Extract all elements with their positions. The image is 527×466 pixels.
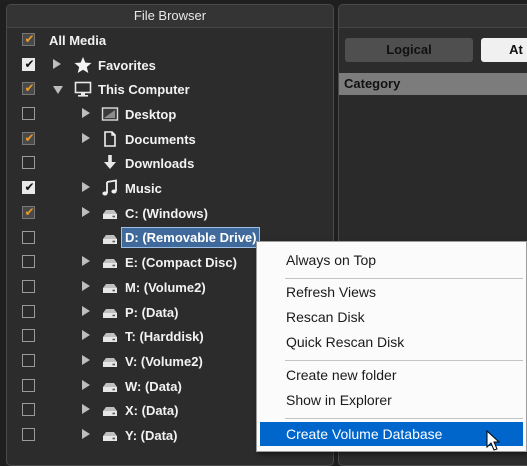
checkmark-icon: ✔ [24, 81, 35, 96]
expand-arrow-icon[interactable] [82, 330, 90, 341]
tree-item-label[interactable]: This Computer [98, 82, 190, 97]
expand-arrow-icon[interactable] [82, 379, 90, 390]
expand-arrow-icon[interactable] [82, 354, 90, 365]
tree-row[interactable]: ✔ All Media [7, 29, 333, 54]
include-checkbox[interactable]: ✔ [22, 56, 35, 71]
include-checkbox[interactable]: ✔ [22, 204, 35, 219]
expand-arrow-icon[interactable] [82, 404, 90, 415]
expand-arrow-icon[interactable] [82, 256, 90, 267]
drive-icon [100, 253, 120, 271]
tree-item-label[interactable]: P: (Data) [125, 305, 178, 320]
tree-item-label[interactable]: T: (Harddisk) [125, 329, 204, 344]
logical-tab-button[interactable]: Logical [345, 38, 473, 62]
tree-item-label[interactable]: Downloads [125, 156, 194, 171]
star-icon [73, 56, 93, 74]
menu-item-always-on-top[interactable]: Always on Top [260, 248, 523, 272]
drive-icon [100, 377, 120, 395]
menu-item-create-new-folder[interactable]: Create new folder [260, 363, 523, 387]
checkmark-icon: ✔ [24, 180, 35, 195]
tree-row[interactable]: ✔ This Computer [7, 78, 333, 103]
tree-row[interactable]: ✔ Favorites [7, 54, 333, 79]
expand-arrow-icon[interactable] [82, 206, 90, 217]
tree-item-label[interactable]: Desktop [125, 107, 176, 122]
include-checkbox[interactable]: ✔ [22, 180, 35, 195]
tree-row[interactable]: Desktop [7, 103, 333, 128]
drive-icon [100, 229, 120, 247]
tree-row[interactable]: ✔ Music [7, 177, 333, 202]
expand-arrow-icon[interactable] [82, 429, 90, 439]
drive-icon [100, 327, 120, 345]
include-checkbox[interactable] [22, 403, 35, 417]
drive-icon [100, 278, 120, 296]
category-column-header[interactable]: Category [339, 73, 527, 95]
include-checkbox[interactable]: ✔ [22, 32, 35, 46]
include-checkbox[interactable]: ✔ [22, 130, 35, 145]
menu-item-create-volume-database[interactable]: Create Volume Database [260, 422, 523, 446]
expand-arrow-icon[interactable] [82, 280, 90, 291]
include-checkbox[interactable] [22, 353, 35, 367]
tree-item-label[interactable]: Favorites [98, 58, 156, 73]
tree-item-label[interactable]: C: (Windows) [125, 206, 208, 221]
tree-item-label[interactable]: All Media [49, 33, 106, 48]
checkmark-icon: ✔ [24, 56, 35, 71]
tree-item-label[interactable]: Y: (Data) [125, 428, 177, 443]
tree-item-label[interactable]: E: (Compact Disc) [125, 255, 237, 270]
expand-arrow-icon[interactable] [82, 132, 90, 143]
menu-item-refresh-views[interactable]: Refresh Views [260, 280, 523, 304]
panel-title: File Browser [7, 5, 333, 28]
include-checkbox[interactable] [22, 428, 35, 441]
expand-arrow-icon[interactable] [53, 58, 61, 69]
category-list [339, 95, 527, 243]
context-menu: Always on Top Refresh Views Rescan Disk … [256, 241, 527, 452]
tree-item-label[interactable]: X: (Data) [125, 403, 178, 418]
include-checkbox[interactable] [22, 378, 35, 392]
drive-icon [100, 303, 120, 321]
checkmark-icon: ✔ [24, 204, 35, 219]
attributes-tab-button[interactable]: At [481, 38, 527, 62]
tree-row[interactable]: ✔ C: (Windows) [7, 202, 333, 227]
tree-item-label[interactable]: Documents [125, 132, 196, 147]
tree-item-label[interactable]: D: (Removable Drive) [120, 226, 261, 248]
tree-item-label[interactable]: V: (Volume2) [125, 354, 203, 369]
menu-item-rescan-disk[interactable]: Rescan Disk [260, 305, 523, 329]
checkmark-icon: ✔ [24, 130, 35, 145]
menu-item-show-in-explorer[interactable]: Show in Explorer [260, 388, 523, 412]
drive-icon [100, 426, 120, 444]
expand-arrow-icon[interactable] [82, 108, 90, 119]
menu-separator [285, 360, 523, 361]
checkmark-icon: ✔ [24, 32, 35, 46]
tree-item-label[interactable]: Music [125, 181, 162, 196]
include-checkbox[interactable]: ✔ [22, 81, 35, 96]
right-panel-header [339, 5, 527, 28]
expand-arrow-icon[interactable] [82, 305, 90, 316]
desktop-icon [100, 105, 120, 123]
mouse-cursor-icon [486, 430, 501, 451]
tree-row[interactable]: ✔ Documents [7, 128, 333, 153]
collapse-arrow-icon[interactable] [53, 86, 63, 95]
tree-item-label[interactable]: M: (Volume2) [125, 280, 206, 295]
tree-item-label[interactable]: W: (Data) [125, 379, 182, 394]
include-checkbox[interactable] [22, 107, 35, 121]
menu-separator [285, 278, 523, 279]
include-checkbox[interactable] [22, 329, 35, 343]
menu-item-quick-rescan-disk[interactable]: Quick Rescan Disk [260, 330, 523, 354]
menu-separator [285, 418, 523, 419]
drive-icon [100, 352, 120, 370]
document-icon [100, 130, 120, 148]
include-checkbox[interactable] [22, 304, 35, 318]
tree-row[interactable]: Downloads [7, 152, 333, 177]
expand-arrow-icon[interactable] [82, 182, 90, 193]
include-checkbox[interactable] [22, 156, 35, 170]
download-icon [100, 154, 120, 172]
monitor-icon [73, 80, 93, 98]
include-checkbox[interactable] [22, 279, 35, 293]
include-checkbox[interactable] [22, 230, 35, 244]
music-icon [100, 179, 120, 197]
drive-icon [100, 204, 120, 222]
drive-icon [100, 401, 120, 419]
include-checkbox[interactable] [22, 255, 35, 269]
